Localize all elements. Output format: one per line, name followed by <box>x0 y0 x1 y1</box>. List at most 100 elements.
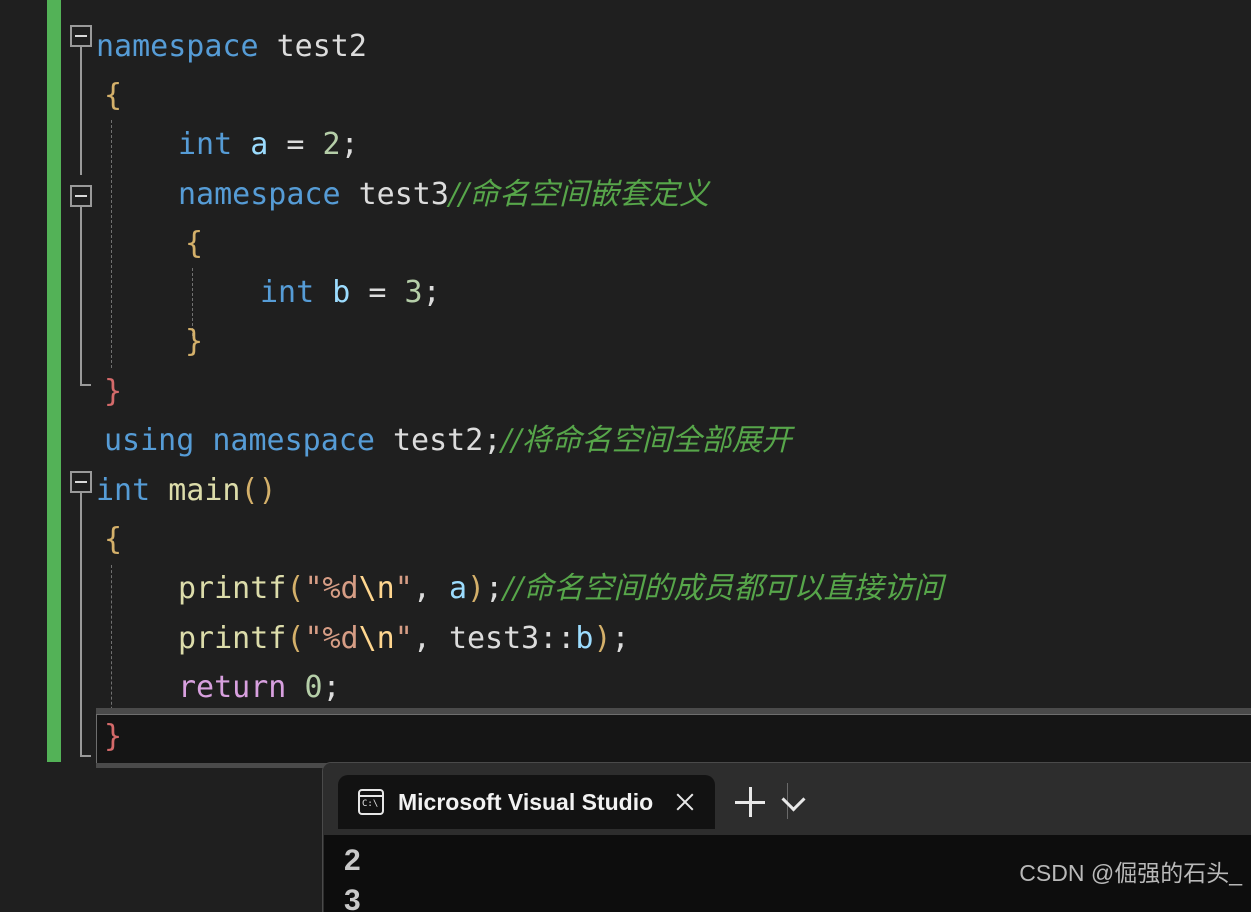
fold-toggle-main[interactable] <box>70 471 92 493</box>
chevron-down-icon[interactable] <box>767 785 817 815</box>
code-token-punct: ; <box>323 670 341 705</box>
code-token-punct: ; <box>485 571 503 606</box>
terminal-tab-title: Microsoft Visual Studio <box>398 789 653 816</box>
code-token-paren: ( <box>286 621 304 656</box>
code-line[interactable]: printf("%d\n", test3::b); <box>178 614 630 663</box>
indent-guide <box>111 565 112 725</box>
code-token-brace: { <box>104 522 122 557</box>
code-token-op: = <box>286 127 304 162</box>
code-line[interactable]: return 0; <box>178 663 341 712</box>
code-token-punct <box>268 127 286 162</box>
code-line[interactable]: printf("%d\n", a);//命名空间的成员都可以直接访问 <box>178 564 943 613</box>
terminal-panel[interactable]: Microsoft Visual Studio 2 3 <box>322 762 1251 912</box>
code-token-str: " <box>395 571 413 606</box>
code-line[interactable]: { <box>104 71 122 120</box>
code-token-punct <box>386 275 404 310</box>
code-line[interactable]: } <box>185 317 203 366</box>
code-token-str: "%d <box>304 571 358 606</box>
code-token-num: 3 <box>405 275 423 310</box>
code-token-cmt: //命名空间的成员都可以直接访问 <box>503 571 943 606</box>
terminal-tab-microsoft-visual-studio[interactable]: Microsoft Visual Studio <box>338 775 715 829</box>
code-token-kw: namespace <box>96 29 259 64</box>
new-terminal-icon[interactable] <box>735 787 765 817</box>
code-line[interactable]: } <box>104 367 122 416</box>
code-token-punct <box>194 423 212 458</box>
code-token-punct <box>286 670 304 705</box>
code-token-brace2: } <box>104 719 122 754</box>
code-token-fn: printf <box>178 571 286 606</box>
code-token-fn: printf <box>178 621 286 656</box>
code-line[interactable]: int main() <box>96 466 277 515</box>
fold-toggle-namespace-test3[interactable] <box>70 185 92 207</box>
code-token-kw: namespace <box>178 177 341 212</box>
code-token-cmt: //命名空间嵌套定义 <box>449 177 709 212</box>
code-token-punct <box>304 127 322 162</box>
code-line[interactable]: using namespace test2;//将命名空间全部展开 <box>104 416 792 465</box>
close-icon[interactable] <box>673 790 697 814</box>
code-token-punct: :: <box>539 621 575 656</box>
code-token-punct: ; <box>341 127 359 162</box>
code-token-paren: ( <box>286 571 304 606</box>
code-token-brace: { <box>104 78 122 113</box>
fold-guide-line <box>80 493 82 723</box>
code-token-str: " <box>395 621 413 656</box>
code-line[interactable]: int a = 2; <box>178 120 359 169</box>
code-token-punct <box>314 275 332 310</box>
code-line[interactable]: } <box>104 712 122 761</box>
code-token-punct <box>350 275 368 310</box>
code-token-punct: ; <box>483 423 501 458</box>
fold-toggle-namespace-test2[interactable] <box>70 25 92 47</box>
code-token-ret: return <box>178 670 286 705</box>
code-line[interactable]: { <box>104 515 122 564</box>
code-token-punct <box>375 423 393 458</box>
fold-end-marker <box>80 723 91 757</box>
fold-end-marker <box>80 362 91 386</box>
code-line[interactable]: namespace test3//命名空间嵌套定义 <box>178 170 709 219</box>
code-token-punct: ; <box>423 275 441 310</box>
code-token-var: b <box>332 275 350 310</box>
code-token-kw: int <box>260 275 314 310</box>
csdn-watermark: CSDN @倔强的石头_ <box>1019 854 1242 888</box>
code-token-punct <box>232 127 250 162</box>
code-token-num: 0 <box>304 670 322 705</box>
code-token-id: test2 <box>393 423 483 458</box>
code-token-esc: \n <box>359 571 395 606</box>
code-token-kw: namespace <box>212 423 375 458</box>
code-line[interactable]: namespace test2 <box>96 22 367 71</box>
console-cmd-icon <box>358 789 384 815</box>
indent-guide <box>111 120 112 368</box>
code-token-kw: int <box>178 127 232 162</box>
code-token-brace2: } <box>104 374 122 409</box>
code-token-id: test3 <box>449 621 539 656</box>
code-token-var: b <box>575 621 593 656</box>
code-token-brace: } <box>185 324 203 359</box>
code-token-fn: main <box>168 473 240 508</box>
code-token-brace: { <box>185 226 203 261</box>
code-token-op: = <box>368 275 386 310</box>
code-token-paren: ) <box>593 621 611 656</box>
code-token-id: test2 <box>277 29 367 64</box>
fold-guide-line <box>80 207 82 362</box>
terminal-titlebar: Microsoft Visual Studio <box>323 763 1251 835</box>
code-line[interactable]: { <box>185 219 203 268</box>
code-token-var: a <box>449 571 467 606</box>
code-token-punct <box>341 177 359 212</box>
git-change-bar <box>47 0 61 762</box>
code-token-esc: \n <box>359 621 395 656</box>
code-token-paren: () <box>241 473 277 508</box>
code-token-punct: , <box>413 621 449 656</box>
code-token-punct: ; <box>612 621 630 656</box>
current-line-highlight <box>96 714 1251 764</box>
code-token-num: 2 <box>323 127 341 162</box>
fold-guide-line <box>80 47 82 175</box>
code-line[interactable]: int b = 3; <box>260 268 441 317</box>
fold-gutter[interactable] <box>61 0 96 762</box>
code-token-paren: ) <box>467 571 485 606</box>
code-token-punct <box>150 473 168 508</box>
code-token-var: a <box>250 127 268 162</box>
code-token-cmt: //将命名空间全部展开 <box>501 423 791 458</box>
code-token-punct <box>259 29 277 64</box>
code-token-punct: , <box>413 571 449 606</box>
code-token-kw: int <box>96 473 150 508</box>
code-token-kw: using <box>104 423 194 458</box>
